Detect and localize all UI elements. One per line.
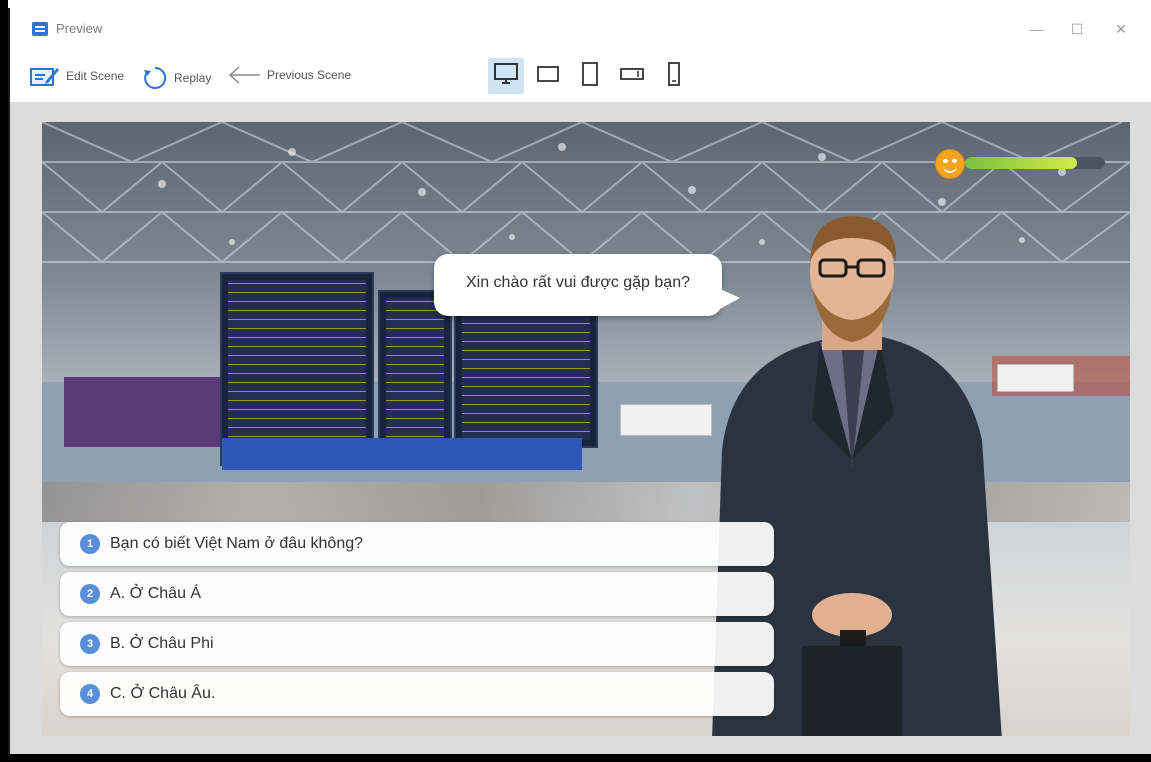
device-tablet-landscape-button[interactable] (530, 58, 566, 94)
arrow-left-icon (227, 65, 261, 85)
answer-text: A. Ở Châu Á (110, 585, 202, 602)
answer-option-a[interactable]: 2 A. Ở Châu Á (60, 572, 774, 616)
answer-option-b[interactable]: 3 B. Ở Châu Phi (60, 622, 774, 666)
device-phone-portrait-button[interactable] (656, 58, 692, 94)
device-tablet-portrait-button[interactable] (572, 58, 608, 94)
edit-scene-button[interactable]: Edit Scene (30, 65, 124, 87)
answer-text: C. Ở Châu Âu. (110, 685, 216, 702)
previous-scene-button[interactable]: Previous Scene (227, 65, 351, 85)
close-button[interactable]: ✕ (1106, 18, 1136, 40)
question-number-badge: 1 (80, 534, 100, 554)
phone-landscape-icon (619, 65, 645, 88)
answer-text: B. Ở Châu Phi (110, 635, 214, 652)
edit-scene-icon (30, 65, 60, 87)
score-meter (935, 149, 1115, 179)
score-progress-track (965, 157, 1105, 169)
departure-board (454, 294, 598, 448)
score-progress-fill (965, 157, 1077, 169)
information-banner (222, 438, 582, 470)
minimize-button[interactable]: — (1022, 18, 1052, 40)
question-text: Bạn có biết Việt Nam ở đâu không? (110, 535, 364, 552)
replay-icon (142, 65, 168, 91)
screen-edge-bottom (0, 754, 1151, 762)
answer-option-c[interactable]: 4 C. Ở Châu Âu. (60, 672, 774, 716)
window-title: Preview (56, 21, 103, 36)
answer-number-badge: 4 (80, 684, 100, 704)
device-preview-switcher (488, 58, 692, 94)
screenshot-frame: Preview — ☐ ✕ Edit Scene Replay Previous… (0, 0, 1151, 762)
advertisement-sign (64, 377, 224, 447)
device-phone-landscape-button[interactable] (614, 58, 650, 94)
departure-board (220, 272, 374, 466)
tablet-portrait-icon (580, 61, 600, 92)
answer-number-badge: 3 (80, 634, 100, 654)
toolbar: Edit Scene Replay Previous Scene (10, 50, 1151, 102)
replay-label: Replay (174, 71, 212, 85)
phone-portrait-icon (666, 61, 682, 92)
speech-bubble-text: Xin chào rất vui được gặp bạn? (465, 274, 690, 291)
preview-app-icon (32, 22, 48, 36)
smiley-face-icon (935, 149, 965, 179)
edit-scene-label: Edit Scene (66, 69, 125, 83)
title-bar: Preview — ☐ ✕ (10, 8, 1151, 50)
answer-list: 1 Bạn có biết Việt Nam ở đâu không? 2 A.… (60, 522, 774, 722)
tablet-landscape-icon (536, 64, 560, 89)
question-item[interactable]: 1 Bạn có biết Việt Nam ở đâu không? (60, 522, 774, 566)
answer-number-badge: 2 (80, 584, 100, 604)
replay-button[interactable]: Replay (142, 65, 211, 91)
wall-sign (620, 404, 712, 436)
screen-edge (0, 0, 8, 762)
previous-scene-label: Previous Scene (267, 68, 352, 82)
desktop-icon (493, 62, 519, 91)
preview-window: Preview — ☐ ✕ Edit Scene Replay Previous… (8, 8, 1151, 754)
speech-bubble: Xin chào rất vui được gặp bạn? (434, 254, 740, 316)
device-desktop-button[interactable] (488, 58, 524, 94)
maximize-button[interactable]: ☐ (1062, 18, 1092, 40)
scene-stage: Xin chào rất vui được gặp bạn? 1 Bạn có … (42, 122, 1130, 736)
wall-sign (997, 364, 1074, 392)
